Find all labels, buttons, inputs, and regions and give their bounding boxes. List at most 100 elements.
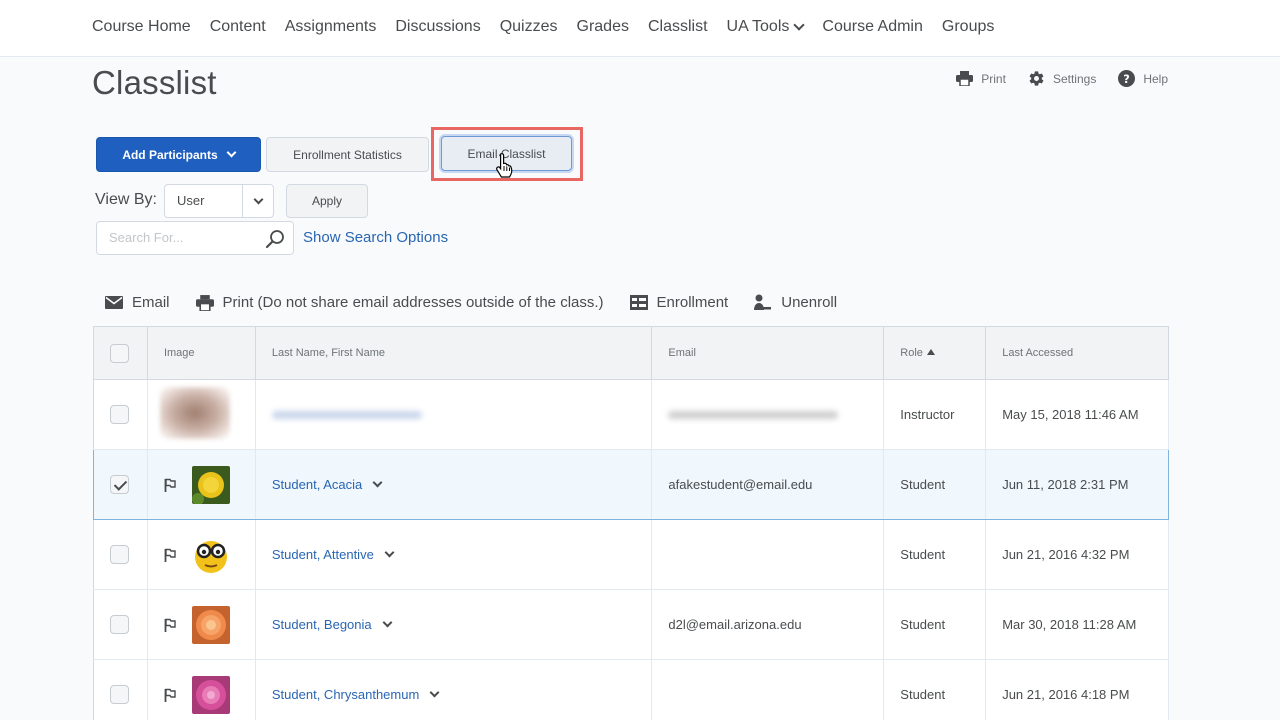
image-header: Image bbox=[147, 326, 256, 380]
image-cell bbox=[147, 379, 256, 450]
enrollment-tool-button[interactable]: Enrollment bbox=[629, 294, 729, 311]
enrollment-tool-label: Enrollment bbox=[656, 294, 729, 311]
row-checkbox[interactable] bbox=[110, 685, 129, 704]
search-input[interactable] bbox=[109, 230, 259, 245]
row-checkbox[interactable] bbox=[110, 405, 129, 424]
role-cell: Instructor bbox=[883, 379, 987, 450]
chevron-down-icon bbox=[253, 194, 264, 205]
gear-icon bbox=[1029, 71, 1044, 86]
help-label: Help bbox=[1143, 71, 1168, 86]
nav-discussions[interactable]: Discussions bbox=[395, 18, 480, 36]
name-cell: Student, Acacia bbox=[255, 449, 653, 520]
student-name-link[interactable]: Student, Attentive bbox=[272, 547, 374, 562]
email-header[interactable]: Email bbox=[651, 326, 885, 380]
chevron-down-icon[interactable] bbox=[382, 617, 393, 628]
email-cell: afakestudent@email.edu bbox=[651, 449, 885, 520]
name-cell bbox=[255, 379, 653, 450]
image-cell bbox=[147, 519, 256, 590]
add-participants-button[interactable]: Add Participants bbox=[96, 137, 261, 172]
print-label: Print bbox=[981, 71, 1006, 86]
print-tool-label: Print (Do not share email addresses outs… bbox=[222, 294, 604, 311]
view-by-label: View By: bbox=[95, 191, 157, 208]
email-cell bbox=[651, 659, 885, 720]
select-divider bbox=[242, 185, 243, 217]
row-checkbox[interactable] bbox=[110, 475, 129, 494]
row-checkbox[interactable] bbox=[110, 545, 129, 564]
chevron-down-icon bbox=[226, 147, 237, 158]
classlist-toolbar: Email Print (Do not share email addresse… bbox=[105, 294, 863, 311]
blurred-name bbox=[271, 411, 422, 419]
image-cell bbox=[147, 589, 256, 660]
printer-icon bbox=[956, 71, 974, 86]
select-all-checkbox[interactable] bbox=[110, 343, 129, 363]
chevron-down-icon[interactable] bbox=[429, 687, 440, 698]
table-row: Student, Acacia afakestudent@email.edu S… bbox=[93, 449, 1169, 520]
chevron-down-icon[interactable] bbox=[372, 477, 383, 488]
flag-icon[interactable] bbox=[164, 548, 176, 562]
search-icon[interactable] bbox=[265, 229, 285, 249]
student-name-link[interactable]: Student, Acacia bbox=[272, 477, 362, 492]
page-title: Classlist bbox=[92, 64, 217, 101]
enrollment-statistics-button[interactable]: Enrollment Statistics bbox=[266, 137, 429, 172]
email-cell bbox=[651, 519, 885, 590]
table-row: Student, Chrysanthemum Student Jun 21, 2… bbox=[93, 659, 1169, 720]
name-header[interactable]: Last Name, First Name bbox=[255, 326, 653, 380]
classlist-table: Image Last Name, First Name Email Role L… bbox=[93, 326, 1169, 720]
flag-icon[interactable] bbox=[164, 618, 176, 632]
printer-icon bbox=[195, 294, 214, 311]
row-checkbox-cell bbox=[93, 449, 148, 520]
table-row: Instructor May 15, 2018 11:46 AM bbox=[93, 379, 1169, 450]
blurred-avatar bbox=[159, 387, 230, 439]
name-cell: Student, Begonia bbox=[255, 589, 653, 660]
nav-quizzes[interactable]: Quizzes bbox=[500, 18, 558, 36]
row-checkbox-cell bbox=[93, 379, 148, 450]
unenroll-icon bbox=[754, 294, 772, 310]
chevron-down-icon[interactable] bbox=[384, 547, 395, 558]
hand-cursor-icon bbox=[496, 153, 513, 178]
role-header[interactable]: Role bbox=[883, 326, 987, 380]
nav-grades[interactable]: Grades bbox=[577, 18, 629, 36]
unenroll-tool-button[interactable]: Unenroll bbox=[754, 294, 837, 311]
svg-text:?: ? bbox=[1124, 72, 1131, 86]
nav-groups[interactable]: Groups bbox=[942, 18, 994, 36]
flag-icon[interactable] bbox=[164, 478, 176, 492]
email-tool-button[interactable]: Email bbox=[105, 294, 170, 311]
role-cell: Student bbox=[883, 589, 987, 660]
row-checkbox-cell bbox=[93, 589, 148, 660]
help-icon: ? bbox=[1118, 70, 1136, 87]
help-button[interactable]: ? Help bbox=[1118, 70, 1168, 87]
apply-button[interactable]: Apply bbox=[286, 184, 368, 218]
student-name-link[interactable]: Student, Begonia bbox=[272, 617, 372, 632]
view-by-select[interactable]: User bbox=[164, 184, 274, 218]
course-navbar: Course Home Content Assignments Discussi… bbox=[0, 0, 1280, 57]
avatar bbox=[191, 535, 230, 574]
nav-classlist[interactable]: Classlist bbox=[648, 18, 708, 36]
flag-icon[interactable] bbox=[164, 688, 176, 702]
add-participants-label: Add Participants bbox=[122, 147, 218, 162]
row-checkbox-cell bbox=[93, 519, 148, 590]
last-accessed-cell: May 15, 2018 11:46 AM bbox=[985, 379, 1169, 450]
print-tool-button[interactable]: Print (Do not share email addresses outs… bbox=[195, 294, 604, 311]
table-row: Student, Attentive Student Jun 21, 2016 … bbox=[93, 519, 1169, 590]
show-search-options-link[interactable]: Show Search Options bbox=[303, 229, 448, 246]
last-accessed-cell: Jun 11, 2018 2:31 PM bbox=[985, 449, 1169, 520]
select-all-header bbox=[93, 326, 148, 380]
settings-label: Settings bbox=[1052, 71, 1097, 86]
last-accessed-cell: Mar 30, 2018 11:28 AM bbox=[985, 589, 1169, 660]
nav-course-home[interactable]: Course Home bbox=[92, 18, 191, 36]
name-cell: Student, Chrysanthemum bbox=[255, 659, 653, 720]
email-cell bbox=[651, 379, 885, 450]
print-page-button[interactable]: Print bbox=[956, 70, 1006, 87]
last-accessed-cell: Jun 21, 2016 4:32 PM bbox=[985, 519, 1169, 590]
last-accessed-header[interactable]: Last Accessed bbox=[985, 326, 1169, 380]
row-checkbox[interactable] bbox=[110, 615, 129, 634]
nav-ua-tools[interactable]: UA Tools bbox=[727, 18, 806, 36]
nav-assignments[interactable]: Assignments bbox=[285, 18, 377, 36]
student-name-link[interactable]: Student, Chrysanthemum bbox=[272, 687, 419, 702]
email-cell: d2l@email.arizona.edu bbox=[651, 589, 885, 660]
page-actions: Print Settings ? Help bbox=[956, 70, 1168, 87]
settings-button[interactable]: Settings bbox=[1028, 70, 1096, 87]
nav-content[interactable]: Content bbox=[210, 18, 266, 36]
view-by-value: User bbox=[177, 193, 205, 208]
nav-course-admin[interactable]: Course Admin bbox=[822, 18, 923, 36]
